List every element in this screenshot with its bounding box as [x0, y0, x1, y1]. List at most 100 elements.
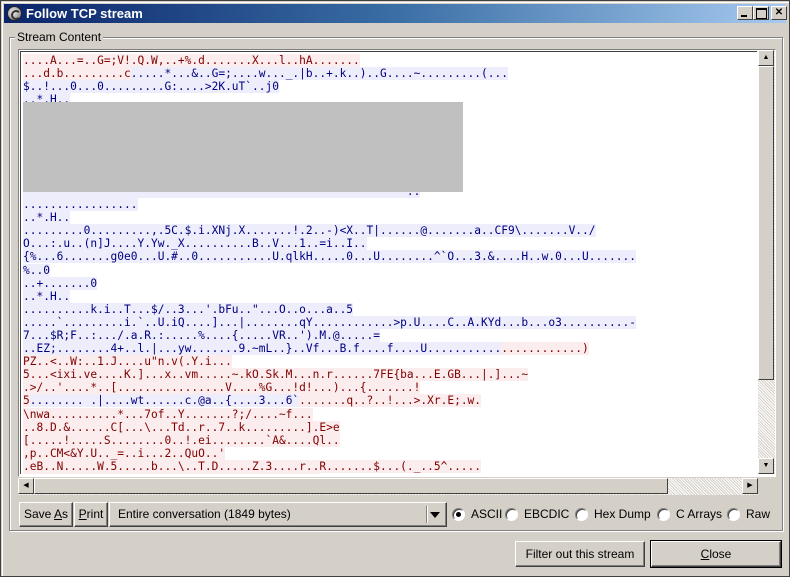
- server-data-segment: .........0.........,.5C.$.i.XNj.X.......…: [23, 224, 596, 238]
- radio-button-icon[interactable]: [452, 507, 465, 521]
- conversation-select-value: Entire conversation (1849 bytes): [118, 507, 291, 521]
- mnemonic-letter: P: [78, 507, 87, 521]
- stream-line: ..*.H..: [23, 211, 636, 225]
- client-data-segment: ...d.b.........c: [23, 67, 131, 81]
- stream-line: 5...<ixi.ve....K.]...x..vm.....~.kO.Sk.M…: [23, 368, 636, 382]
- wireshark-app-icon: [7, 6, 22, 21]
- client-data-segment: ,p..CM<&Y.U.._=..i...2..QuO..': [23, 446, 226, 460]
- client-data-segment: [.....!.....S........0..!.ei........`A&.…: [23, 433, 340, 447]
- stream-line: 7...$R;F..:.../.a.R.:.....%....{.....VR.…: [23, 328, 636, 342]
- redaction-overlay: [23, 102, 463, 192]
- client-data-segment: ...H;..O.,...!..)9..<...?.._"...e.D9,..)…: [23, 473, 320, 474]
- radio-label: EBCDIC: [524, 507, 570, 521]
- stream-line: {%...6.......g0e0...U.#..0...........U.q…: [23, 250, 636, 264]
- scroll-left-arrow-icon[interactable]: ◀: [18, 478, 34, 494]
- server-data-segment: ........ .|....wt......c.@a..{....3...6`: [29, 394, 300, 408]
- save-as-label: Save As: [23, 507, 69, 521]
- server-data-segment: O...:.u..(n]J....Y.Yw._X..........B..V..…: [23, 237, 367, 251]
- client-data-segment: 5: [23, 394, 30, 408]
- stream-line: \nwa..........*...7of..Y.......?;/....~f…: [23, 407, 636, 421]
- combo-separator: [426, 506, 427, 523]
- server-data-segment: ..*.H..: [23, 289, 71, 303]
- maximize-button[interactable]: [753, 6, 769, 20]
- radio-ebcdic[interactable]: EBCDIC: [505, 506, 569, 522]
- stream-text-view[interactable]: ....A...=..G=;V!.Q.W,..+%.d.......X...l.…: [18, 49, 776, 477]
- server-data-segment: .................: [23, 198, 138, 212]
- scroll-right-arrow-icon[interactable]: ▶: [742, 478, 758, 494]
- vertical-scroll-thumb[interactable]: [758, 66, 774, 380]
- print-button[interactable]: Print: [74, 502, 108, 527]
- stream-line: %..0: [23, 263, 636, 277]
- server-data-segment: 7...$R;F..:.../.a.R.:.....%....{.....VR.…: [23, 328, 380, 342]
- stream-line: 5........ .|....wt......c.@a..{....3...6…: [23, 394, 636, 408]
- stream-line: ...d.b.........c.....*...&..G=;....w..._…: [23, 67, 636, 81]
- radio-button-icon[interactable]: [657, 507, 670, 521]
- filter-out-stream-label: Filter out this stream: [525, 547, 635, 561]
- server-data-segment: ..+.......0: [23, 276, 98, 290]
- stream-line: $..!...0...0.........G:....>2K.uT`..j0: [23, 80, 636, 94]
- server-data-segment: ..EZ;........4+..l.|...yw.......9.~mL..}…: [23, 342, 502, 356]
- stream-line: ..8.D.&......C[...\...Td..r..7..k.......…: [23, 420, 636, 434]
- stream-line: PZ..<..W:..1.J....u"n.v(.Y.i...: [23, 355, 636, 369]
- stream-line: .........0.........,.5C.$.i.XNj.X.......…: [23, 224, 636, 238]
- server-data-segment: .....`.........i.`..U.iQ....]...|.......…: [23, 315, 636, 329]
- filter-out-stream-button[interactable]: Filter out this stream: [515, 541, 645, 567]
- vertical-scrollbar[interactable]: ▲ ▼: [758, 50, 775, 474]
- radio-c-arrays[interactable]: C Arrays: [657, 506, 722, 522]
- radio-raw[interactable]: Raw: [727, 506, 770, 522]
- stream-line: .>/..'....*..[................V....%G...…: [23, 381, 636, 395]
- server-data-segment: $..!...0...0.........G:....>2K.uT`..j0: [23, 80, 279, 94]
- scroll-up-arrow-icon[interactable]: ▲: [758, 50, 774, 66]
- stream-content-label: Stream Content: [15, 30, 104, 44]
- server-data-segment: %..0: [23, 263, 50, 277]
- stream-text-area[interactable]: ....A...=..G=;V!.Q.W,..+%.d.......X...l.…: [20, 51, 757, 474]
- stream-line: ..EZ;........4+..l.|...yw.......9.~mL..}…: [23, 342, 636, 356]
- server-data-segment: ..........k.i..T...$/..3...'.bFu.."...O.…: [23, 302, 354, 316]
- stream-line: ..........k.i..T...$/..3...'.bFu.."...O.…: [23, 302, 636, 316]
- client-data-segment: .eB..N.....W.5.....b...\..T.D.....Z.3...…: [23, 459, 482, 473]
- radio-label: C Arrays: [676, 507, 723, 521]
- horizontal-scrollbar[interactable]: ◀ ▶: [18, 478, 758, 495]
- stream-line: ...H;..O.,...!..)9..<...?.._"...e.D9,..)…: [23, 473, 636, 474]
- client-data-segment: \nwa..........*...7of..Y.......?;/....~f…: [23, 407, 313, 421]
- stream-line: ....A...=..G=;V!.Q.W,..+%.d.......X...l.…: [23, 54, 636, 67]
- scroll-down-arrow-icon[interactable]: ▼: [758, 458, 774, 474]
- horizontal-scroll-thumb[interactable]: [34, 478, 669, 494]
- radio-label: Raw: [746, 507, 771, 521]
- stream-line: .eB..N.....W.5.....b...\..T.D.....Z.3...…: [23, 459, 636, 473]
- client-data-segment: PZ..<..W:..1.J....u"n.v(.Y.i...: [23, 355, 232, 369]
- radio-ascii[interactable]: ASCII: [452, 506, 502, 522]
- close-label: Close: [700, 547, 732, 561]
- client-data-segment: 5...<ixi.ve....K.]...x..vm.....~.kO.Sk.M…: [23, 368, 529, 382]
- radio-label: ASCII: [471, 507, 503, 521]
- radio-hex-dump[interactable]: Hex Dump: [575, 506, 651, 522]
- close-window-button[interactable]: ✕: [771, 6, 787, 20]
- window-title: Follow TCP stream: [26, 6, 143, 21]
- stream-line: ..+.......0: [23, 276, 636, 290]
- radio-button-icon[interactable]: [727, 507, 740, 521]
- client-data-segment: ....A...=..G=;V!.Q.W,..+%.d.......X...l.…: [23, 54, 360, 67]
- stream-line: [.....!.....S........0..!.ei........`A&.…: [23, 433, 636, 447]
- stream-line: ..*.H..: [23, 289, 636, 303]
- mnemonic-letter: C: [700, 547, 710, 561]
- server-data-segment: ..*.H..: [23, 211, 71, 225]
- client-data-segment: ............): [501, 342, 589, 356]
- server-data-segment: .....*...&..G=;....w..._.|b..+.k..)..G..…: [130, 67, 508, 81]
- title-bar[interactable]: Follow TCP stream ✕: [4, 4, 787, 23]
- chevron-down-icon[interactable]: [430, 512, 440, 518]
- stream-line: .....`.........i.`..U.iQ....]...|.......…: [23, 315, 636, 329]
- client-data-segment: .......q..?..!...>.Xr.E;.w.: [299, 394, 482, 408]
- radio-button-icon[interactable]: [505, 507, 518, 521]
- conversation-select[interactable]: Entire conversation (1849 bytes): [109, 502, 447, 527]
- minimize-button[interactable]: [737, 6, 753, 20]
- client-data-segment: .>/..'....*..[................V....%G...…: [23, 381, 421, 395]
- stream-line: ,p..CM<&Y.U.._=..i...2..QuO..': [23, 446, 636, 460]
- stream-line: .................: [23, 198, 636, 212]
- print-label: Print: [78, 507, 104, 521]
- client-data-segment: ..8.D.&......C[...\...Td..r..7..k.......…: [23, 420, 340, 434]
- stream-line: O...:.u..(n]J....Y.Yw._X..........B..V..…: [23, 237, 636, 251]
- radio-label: Hex Dump: [594, 507, 651, 521]
- close-button[interactable]: Close: [650, 540, 782, 568]
- save-as-button[interactable]: Save As: [19, 502, 73, 527]
- radio-button-icon[interactable]: [575, 507, 588, 521]
